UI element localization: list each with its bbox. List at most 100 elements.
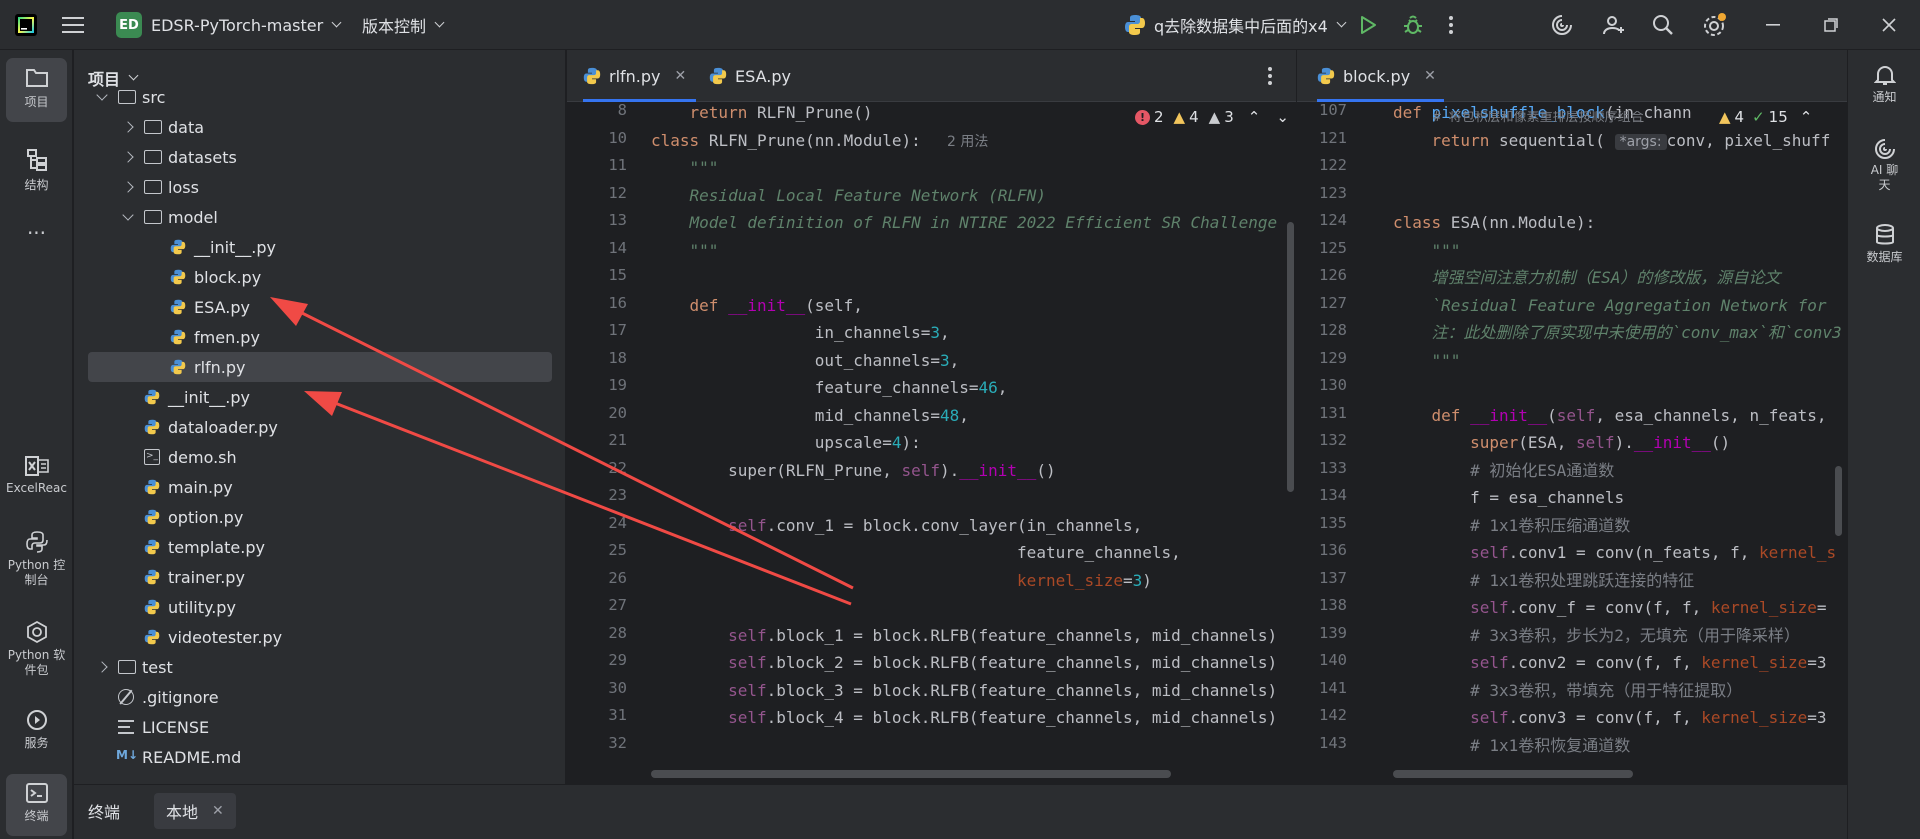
terminal-icon [25,783,48,803]
restore-button[interactable] [1802,0,1860,50]
bottom-tool-panel: 终端 本地 ✕ [74,784,1847,839]
tool-label: 通知 [1872,90,1897,104]
tab-block[interactable]: block.py ✕ [1317,50,1444,102]
tool-database-button[interactable]: 数据库 [1848,224,1920,265]
horizontal-scrollbar[interactable] [1393,770,1633,778]
chevron-right-icon[interactable] [96,661,108,673]
tree-file[interactable]: option.py [74,502,552,532]
chevron-down-icon[interactable]: ⌄ [1276,108,1289,126]
tree-folder[interactable]: data [74,112,552,142]
tool-python-console-button[interactable]: Python 控制台 [6,530,67,600]
tab-terminal[interactable]: 终端 [88,785,120,837]
tree-file[interactable]: videotester.py [74,622,552,652]
vcs-menu[interactable]: 版本控制 [362,0,445,50]
line-number: 19 [608,376,627,394]
close-tab-icon[interactable]: ✕ [675,68,687,84]
tree-item-label: model [168,207,218,227]
chevron-up-icon[interactable]: ⌃ [1248,108,1261,126]
tree-folder[interactable]: model [74,202,552,232]
code-line: 增强空间注意力机制（ESA）的修改版，源自论文 [1393,268,1781,287]
more-actions-icon[interactable] [1448,0,1454,50]
tool-services-button[interactable]: 服务 [6,708,67,762]
tree-folder[interactable]: src [74,82,552,112]
chevron-up-icon[interactable]: ⌃ [1800,108,1813,126]
tool-notifications-button[interactable]: 通知 [1848,64,1920,105]
python-file-icon [1317,67,1335,85]
tree-file[interactable]: .gitignore [74,682,552,712]
tree-file[interactable]: trainer.py [74,562,552,592]
tool-structure-button[interactable]: 结构 [6,148,67,212]
tool-python-packages-button[interactable]: Python 软件包 [6,620,67,690]
code-line: # 3x3卷积，带填充（用于特征提取） [1393,680,1743,700]
debug-button[interactable] [1402,0,1424,50]
tab-rlfn[interactable]: rlfn.py ✕ [583,50,697,102]
search-icon[interactable] [1652,0,1674,50]
chevron-right-icon[interactable] [122,151,134,163]
tab-esa[interactable]: ESA.py [709,50,791,102]
tree-file[interactable]: M↓ README.md [74,742,552,772]
tab-options-icon[interactable] [1267,50,1273,102]
run-button[interactable] [1358,0,1378,50]
project-selector[interactable]: ED EDSR-PyTorch-master [116,0,342,50]
close-tab-icon[interactable]: ✕ [1424,68,1436,84]
chevron-right-icon[interactable] [122,181,134,193]
tree-file[interactable]: LICENSE [74,712,552,742]
tree-file[interactable]: template.py [74,532,552,562]
settings-icon[interactable] [1702,0,1728,50]
chevron-down-icon[interactable] [122,209,134,221]
add-user-icon[interactable] [1602,0,1626,50]
tree-folder[interactable]: datasets [74,142,552,172]
tool-terminal-button[interactable]: 终端 [6,774,67,836]
structure-icon [26,149,47,171]
tree-file[interactable]: block.py [74,262,552,292]
tool-more-button[interactable]: ... [6,217,67,254]
app-logo-icon[interactable] [14,0,38,50]
title-bar: ED EDSR-PyTorch-master 版本控制 q去除数据集中后面的x4 [0,0,1920,50]
tree-file[interactable]: __init__.py [74,382,552,412]
close-window-button[interactable] [1860,0,1918,50]
line-number: 127 [1319,293,1347,312]
text-file-icon [118,720,134,734]
chevron-right-icon[interactable] [122,121,134,133]
line-number: 139 [1319,623,1347,642]
chevron-down-icon[interactable] [96,89,108,101]
tree-file[interactable]: dataloader.py [74,412,552,442]
run-config-selector[interactable]: q去除数据集中后面的x4 [1124,0,1347,50]
code-line: kernel_size=3) [1017,570,1152,590]
tree-folder[interactable]: test [74,652,552,682]
tree-folder[interactable]: loss [74,172,552,202]
tool-project-button[interactable]: 项目 [6,58,67,122]
tool-ai-chat-button[interactable]: AI 聊天 [1848,138,1920,193]
tab-local[interactable]: 本地 ✕ [154,793,236,829]
tree-file[interactable]: ESA.py [74,292,552,322]
tree-file[interactable]: >_ demo.sh [74,442,552,472]
tree-file[interactable]: main.py [74,472,552,502]
tree-file[interactable]: rlfn.py [88,352,552,382]
tool-excelreader-button[interactable]: ExcelReac [6,454,67,518]
ai-assistant-icon[interactable] [1550,0,1574,50]
usages-hint[interactable]: 2 用法 [947,131,988,151]
editor-right[interactable]: 107 def pixelshuffle_block(in_chann 121 re… [1297,102,1847,784]
tree-file[interactable]: utility.py [74,592,552,622]
vertical-scrollbar[interactable] [1287,222,1294,492]
tree-item-label: ESA.py [194,297,250,317]
python-file-icon [170,299,186,315]
horizontal-scrollbar[interactable] [651,770,1171,778]
editor-left[interactable]: 8 return RLFN_Prune() 10 class RLFN_Prune(… [567,102,1296,784]
tree-item-label: option.py [168,507,244,527]
python-file-icon [144,629,160,645]
tree-item-label: fmen.py [194,327,260,347]
vertical-scrollbar[interactable] [1835,466,1842,536]
code-line: self.block_1 = block.RLFB(feature_channe… [728,625,1278,645]
close-tab-icon[interactable]: ✕ [212,803,224,819]
inspection-widget[interactable]: ▲ 4 ✓ 15 ⌃ [1713,108,1813,126]
tree-file[interactable]: __init__.py [74,232,552,262]
minimize-button[interactable] [1744,0,1802,50]
sticky-comment: # 将包积层和像素重排层按顺序组合 [1433,111,1644,125]
code-line: """ [1393,350,1461,370]
tree-file[interactable]: fmen.py [74,322,552,352]
main-menu-icon[interactable] [62,0,84,50]
inspection-widget[interactable]: ! 2 ▲ 4 ▲ 3 ⌃ ⌄ [1135,108,1289,126]
tree-item-label: rlfn.py [194,357,246,377]
tool-label: 服务 [24,736,49,750]
